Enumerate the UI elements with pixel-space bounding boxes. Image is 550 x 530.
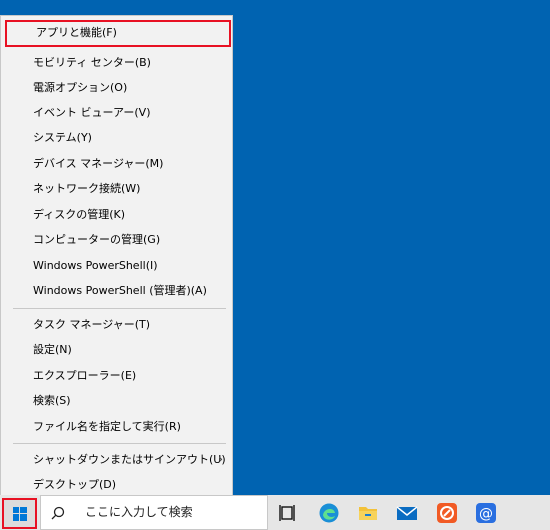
menu-separator <box>13 308 226 309</box>
menu-item-device-manager[interactable]: デバイス マネージャー(M) <box>2 151 231 176</box>
menu-item-network-connections[interactable]: ネットワーク接続(W) <box>2 176 231 201</box>
menu-item-task-manager[interactable]: タスク マネージャー(T) <box>2 312 231 337</box>
menu-item-event-viewer[interactable]: イベント ビューアー(V) <box>2 100 231 125</box>
file-explorer-icon[interactable] <box>357 502 379 524</box>
menu-item-label: シャットダウンまたはサインアウト(U) <box>33 453 226 466</box>
mail-icon[interactable] <box>396 502 418 524</box>
menu-item-shutdown-signout[interactable]: シャットダウンまたはサインアウト(U) › <box>2 447 231 472</box>
menu-item-disk-management[interactable]: ディスクの管理(K) <box>2 202 231 227</box>
menu-item-power-options[interactable]: 電源オプション(O) <box>2 75 231 100</box>
chevron-right-icon: › <box>218 452 223 466</box>
menu-item-desktop[interactable]: デスクトップ(D) <box>2 472 231 497</box>
at-mail-icon[interactable]: @ <box>475 502 497 524</box>
menu-item-mobility-center[interactable]: モビリティ センター(B) <box>2 50 231 75</box>
menu-item-file-explorer[interactable]: エクスプローラー(E) <box>2 363 231 388</box>
start-button[interactable] <box>2 498 37 529</box>
menu-item-settings[interactable]: 設定(N) <box>2 337 231 362</box>
menu-item-run[interactable]: ファイル名を指定して実行(R) <box>2 414 231 439</box>
edge-icon[interactable] <box>318 502 340 524</box>
app-orange-icon[interactable] <box>436 502 458 524</box>
winx-context-menu: アプリと機能(F) モビリティ センター(B) 電源オプション(O) イベント … <box>0 15 233 496</box>
menu-item-powershell-admin[interactable]: Windows PowerShell (管理者)(A) <box>2 278 231 303</box>
taskbar: ここに入力して検索 @ <box>0 495 550 530</box>
search-icon <box>51 506 65 520</box>
menu-item-powershell[interactable]: Windows PowerShell(I) <box>2 253 231 278</box>
menu-item-computer-management[interactable]: コンピューターの管理(G) <box>2 227 231 252</box>
taskbar-search-box[interactable]: ここに入力して検索 <box>40 495 268 530</box>
menu-separator <box>13 443 226 444</box>
menu-item-search[interactable]: 検索(S) <box>2 388 231 413</box>
svg-text:@: @ <box>479 506 493 522</box>
menu-item-system[interactable]: システム(Y) <box>2 125 231 150</box>
windows-logo-icon <box>13 507 27 521</box>
search-placeholder: ここに入力して検索 <box>85 505 193 519</box>
task-view-icon[interactable] <box>277 502 299 524</box>
menu-item-apps-features[interactable]: アプリと機能(F) <box>5 20 231 47</box>
